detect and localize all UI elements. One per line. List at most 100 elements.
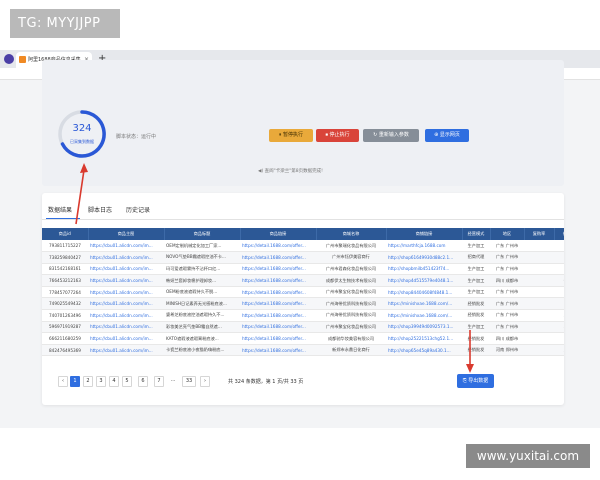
table-cell[interactable]: https://detail.1688.com/offer... [240, 332, 316, 345]
column-header: 价格 [554, 228, 564, 240]
collected-count-label: 已采集到数据 [70, 139, 94, 144]
table-cell[interactable]: http://shop61649930d88c2.1... [386, 251, 462, 264]
table-cell[interactable]: https://detail.1688.com/offer... [240, 251, 316, 264]
table-cell[interactable]: https://cbu01.alicdn.com/im... [88, 240, 164, 253]
table-cell: 广东 广州市 [490, 263, 524, 276]
results-table: 商品id商品主图商品标题商品链接商城名称商铺链接经营模式地区复购率价格 7938… [42, 228, 564, 357]
table-cell[interactable]: https://detail.1688.com/offer... [240, 240, 316, 253]
table-cell: 广州市聚宝化妆品有限公司 [316, 321, 386, 334]
table-cell[interactable]: https://detail.1688.com/offer... [240, 286, 316, 299]
table-row[interactable]: 666211680259 https://cbu01.alicdn.com/im.… [42, 332, 564, 345]
next-page-button[interactable]: › [200, 376, 210, 387]
table-row[interactable]: 793811715227 https://cbu01.alicdn.com/im.… [42, 240, 564, 253]
tab-history[interactable]: 历史记录 [126, 205, 150, 214]
collected-count: 324 [72, 123, 92, 134]
table-cell[interactable]: http://shop39949d0092573.1... [386, 321, 462, 334]
tab-data-results[interactable]: 数据结果 [48, 205, 72, 214]
table-cell: 13. [554, 251, 564, 264]
table-cell: 生产加工 [462, 240, 490, 253]
table-cell [524, 263, 554, 276]
reset-params-button[interactable]: ↻ 重新输入参数 [363, 129, 419, 142]
pagination-ellipsis: ... [170, 377, 176, 383]
table-cell[interactable]: https://cbu01.alicdn.com/im... [88, 321, 164, 334]
pause-button[interactable]: ⏸ 暂停执行 [269, 129, 313, 142]
table-row[interactable]: 740701263496 https://cbu01.alicdn.com/im.… [42, 309, 564, 322]
page-button-4[interactable]: 4 [109, 376, 119, 387]
table-cell[interactable]: https://marthfcja.1688.com [386, 240, 462, 253]
table-cell[interactable]: https://detail.1688.com/offer... [240, 297, 316, 311]
table-cell[interactable]: http://shop65e45q89a430.1... [386, 344, 462, 357]
progress-hint: ◀) 查阅"卡梁兰"第8页数据完成! [258, 169, 323, 174]
table-cell: 749025549432 [42, 297, 88, 311]
page-button-1[interactable]: 1 [70, 376, 80, 387]
table-cell: 广州市聚宝化妆品有限公司 [316, 286, 386, 299]
table-cell: 12. [554, 297, 564, 311]
table-cell: 62. [554, 274, 564, 287]
table-cell: 经销批发 [462, 309, 490, 322]
table-cell: 广东 广州市 [490, 309, 524, 322]
table-cell [524, 321, 554, 334]
table-row[interactable]: 596971919287 https://cbu01.alicdn.com/im.… [42, 321, 564, 334]
table-cell[interactable]: https://detail.1688.com/offer... [240, 309, 316, 322]
table-cell: 3.6 [554, 309, 564, 322]
table-cell[interactable]: https://minishxae.1688.com/... [386, 297, 462, 311]
table-cell: 596971919287 [42, 321, 88, 334]
table-cell: OEM粉底液遮瑕持久不脱... [164, 286, 240, 299]
table-cell[interactable]: https://cbu01.alicdn.com/im... [88, 251, 164, 264]
stop-button[interactable]: ⏹ 停止执行 [316, 129, 359, 142]
table-cell[interactable]: http://shop25221513chg52.1... [386, 332, 462, 345]
column-header: 商品链接 [240, 228, 317, 240]
table-row[interactable]: 778457077264 https://cbu01.alicdn.com/im.… [42, 286, 564, 299]
table-cell[interactable]: https://cbu01.alicdn.com/im... [88, 263, 164, 276]
column-header: 经营模式 [462, 228, 491, 240]
table-cell[interactable]: https://cbu01.alicdn.com/im... [88, 344, 164, 357]
table-cell: 738259840427 [42, 251, 88, 264]
page-button-2[interactable]: 2 [83, 376, 93, 387]
page-button-3[interactable]: 3 [96, 376, 106, 387]
table-cell: 生产加工 [462, 321, 490, 334]
table-cell: 生产加工 [462, 286, 490, 299]
table-cell[interactable]: https://detail.1688.com/offer... [240, 274, 316, 287]
browser-profile-icon[interactable] [4, 54, 14, 64]
table-cell[interactable]: https://cbu01.alicdn.com/im... [88, 332, 164, 345]
table-cell: 河南 郑州市 [490, 344, 524, 357]
table-cell[interactable]: https://detail.1688.com/offer... [240, 344, 316, 357]
table-cell: 广州市钰伊美容商行 [316, 251, 386, 264]
table-row[interactable]: 842476495369 https://cbu01.alicdn.com/im.… [42, 344, 564, 357]
table-row[interactable]: 749025549432 https://cbu01.alicdn.com/im.… [42, 297, 564, 311]
table-cell[interactable]: https://cbu01.alicdn.com/im... [88, 274, 164, 287]
table-cell: 广州市聚瑞化妆品有限公司 [316, 240, 386, 253]
table-cell[interactable]: http://shop84404608f4848.1... [386, 286, 462, 299]
table-cell [524, 286, 554, 299]
table-cell[interactable]: https://cbu01.alicdn.com/im... [88, 309, 164, 322]
table-row[interactable]: 738259840427 https://cbu01.alicdn.com/im.… [42, 251, 564, 264]
table-cell: 766453212163 [42, 274, 88, 287]
table-cell: KATO遮瑕液遮瑕膏粉底液... [164, 332, 240, 345]
pagination-summary: 共 324 条数据，第 1 页/共 33 页 [228, 379, 304, 385]
tab-script-log[interactable]: 脚本日志 [88, 205, 112, 214]
table-row[interactable]: 831542168161 https://cbu01.alicdn.com/im.… [42, 263, 564, 276]
page-button-5[interactable]: 5 [122, 376, 132, 387]
table-cell: 740701263496 [42, 309, 88, 322]
tabs-divider [42, 219, 564, 220]
results-table-wrapper[interactable]: 商品id商品主图商品标题商品链接商城名称商铺链接经营模式地区复购率价格 7938… [42, 228, 564, 368]
page-button-last[interactable]: 33 [182, 376, 196, 387]
prev-page-button[interactable]: ‹ [58, 376, 68, 387]
table-cell[interactable]: http://shop4d515579e4048.1... [386, 274, 462, 287]
table-row[interactable]: 766453212163 https://cbu01.alicdn.com/im.… [42, 274, 564, 287]
page-button-7[interactable]: 7 [154, 376, 164, 387]
table-cell[interactable]: https://detail.1688.com/offer... [240, 263, 316, 276]
table-cell[interactable]: https://detail.1688.com/offer... [240, 321, 316, 334]
table-cell[interactable]: https://minishxae.1688.com/... [386, 309, 462, 322]
table-cell[interactable]: https://cbu01.alicdn.com/im... [88, 297, 164, 311]
export-button[interactable]: ⎘ 导出数据 [457, 374, 494, 388]
table-cell: 15. [554, 240, 564, 253]
show-webpage-button[interactable]: ⊕ 显示网页 [425, 129, 469, 142]
column-header: 地区 [490, 228, 525, 240]
table-cell[interactable]: http://shopbmilb451423f74... [386, 263, 462, 276]
page-button-6[interactable]: 6 [138, 376, 148, 387]
table-cell: 四川 成都市 [490, 274, 524, 287]
table-cell: 生产加工 [462, 263, 490, 276]
table-cell: NOVO气垫BB霜遮瑕控油不卡... [164, 251, 240, 264]
table-cell[interactable]: https://cbu01.alicdn.com/im... [88, 286, 164, 299]
